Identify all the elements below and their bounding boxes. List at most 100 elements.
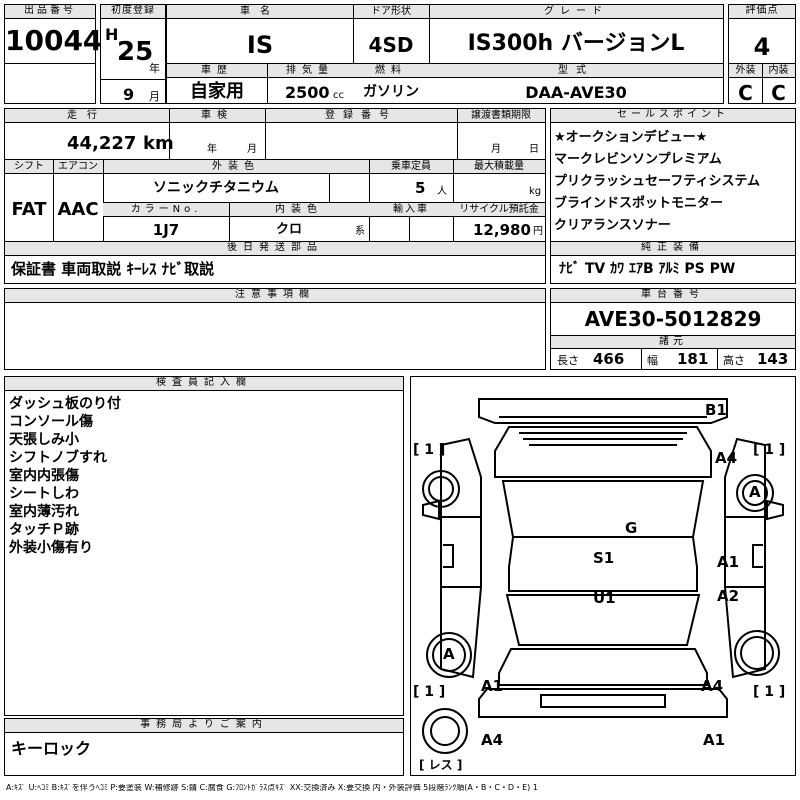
damage-mark-a1-rear-bumper: A1 — [703, 731, 726, 749]
shift: FAT — [11, 199, 47, 220]
legend: A:ｷｽﾞ U:ﾍｺﾐ B:ｷｽﾞを伴うﾍｺﾐ P:要塗装 W:補修跡 S:錆 … — [6, 784, 538, 792]
inspector-label: 検査員記入欄 — [5, 377, 403, 391]
dimensions-label: 諸元 — [551, 336, 795, 349]
glass-mark-top-right: [ 1 ] — [753, 442, 786, 458]
office-box: 事務局よりご案内 キーロック — [4, 718, 404, 776]
chassis-box: 車台番号 AVE30-5012829 諸元 長さ 466 幅 181 高さ 14… — [550, 288, 796, 370]
car-diagram: B1 A4 A G S1 A1 U1 A2 A A1 A4 A4 A1 [ 1 … — [410, 376, 796, 776]
length-label: 長さ — [557, 354, 579, 367]
transfer-day-unit: 日 — [529, 144, 539, 155]
history-label: 車歴 — [201, 65, 233, 76]
glass-mark-bottom-left: [ 1 ] — [413, 684, 446, 700]
capacity: 5 — [415, 179, 426, 197]
damage-mark-u1: U1 — [593, 589, 616, 607]
capacity-label: 乗車定員 — [391, 161, 431, 172]
equipment-items: ﾅﾋﾞ TV ｶﾜ ｴｱB ｱﾙﾐ PS PW — [559, 261, 736, 277]
inspector-item: タッチＰ跡 — [9, 522, 79, 538]
lot-no: 10044 — [5, 24, 103, 57]
chassis-number: AVE30-5012829 — [584, 307, 762, 331]
mileage-label: 走行 — [67, 110, 107, 121]
import-label: 輸入車 — [393, 204, 429, 215]
color-no-label: カラーNo. — [130, 204, 202, 215]
glass-mark-bottom-right: [ 1 ] — [753, 684, 786, 700]
width-label: 幅 — [647, 354, 658, 367]
reg-no-label: 登録番号 — [325, 110, 397, 121]
displacement-label: 排気量 — [286, 65, 334, 76]
interior-grade: C — [771, 81, 786, 105]
details-box: 走行 車検 登録番号 譲渡書類期限 44,227 km 年 月 月 日 シフト … — [4, 108, 546, 284]
damage-mark-a2-right: A2 — [717, 587, 740, 605]
car-name-label: 車名 — [240, 6, 280, 17]
inspection-label: 車検 — [201, 110, 233, 121]
lot-no-label: 出品番号 — [5, 5, 95, 19]
lot-no-box: 出品番号 10044 — [4, 4, 103, 104]
door-type: 4SD — [368, 33, 414, 57]
color-no: 1J7 — [152, 221, 180, 239]
history: 自家用 — [190, 81, 244, 102]
spec-box: 車名 ドア形状 グレード IS 4SD IS300h バージョンL 車歴 排気量… — [166, 4, 724, 104]
ac-label: エアコン — [58, 161, 98, 172]
height-label: 高さ — [723, 354, 745, 367]
inspector-item: シートしわ — [9, 486, 79, 502]
inspector-item: ダッシュ板のり付 — [9, 396, 121, 412]
exterior-color: ソニックチタニウム — [153, 180, 279, 196]
car-name: IS — [246, 31, 274, 59]
chassis-label: 車台番号 — [551, 289, 795, 303]
door-label: ドア形状 — [371, 6, 411, 17]
inspection-year-unit: 年 — [207, 144, 217, 155]
load-unit: kg — [529, 186, 542, 197]
inspection-month-unit: 月 — [247, 144, 257, 155]
office-text: キーロック — [11, 739, 92, 758]
int-color-unit: 系 — [355, 226, 365, 237]
score-box: 評価点 4 外装 内装 C C — [728, 4, 796, 104]
grade: IS300h バージョンL — [467, 31, 685, 56]
height-value: 143 — [757, 350, 789, 368]
transfer-label: 譲渡書類期限 — [471, 110, 531, 121]
model: DAA-AVE30 — [525, 83, 627, 102]
sales-point-item: ★オークションデビュー★ — [554, 130, 708, 145]
damage-mark-a4-right-rear: A4 — [701, 677, 724, 695]
int-color-label: 内装色 — [275, 204, 323, 215]
damage-mark-a1-right: A1 — [717, 553, 740, 571]
interior-color: クロ — [275, 222, 302, 237]
fuel: ガソリン — [363, 84, 419, 100]
first-reg-label: 初度登録 — [101, 5, 165, 19]
score-label: 評価点 — [729, 5, 795, 19]
damage-mark-a-right-front-wheel: A — [749, 483, 761, 501]
inspector-item: 天張しみ小 — [9, 432, 79, 448]
later-parts: 保証書 車両取説 ｷｰﾚｽ ﾅﾋﾞ取説 — [11, 260, 215, 278]
notes-box: 注意事項欄 — [4, 288, 546, 370]
damage-mark-b1: B1 — [705, 401, 727, 419]
inspector-item: コンソール傷 — [9, 414, 93, 430]
color-label: 外装色 — [212, 161, 260, 172]
mileage: 44,227 — [67, 133, 137, 154]
load-label: 最大積載量 — [474, 161, 524, 172]
later-parts-label: 後日発送部品 — [5, 242, 545, 256]
recycle-unit: 円 — [533, 226, 543, 237]
damage-mark-s1: S1 — [593, 549, 615, 567]
equipment-label: 純正装備 — [551, 242, 795, 256]
sales-point-item: マークレビンソンプレミアム — [554, 152, 722, 167]
length-value: 466 — [593, 350, 625, 368]
year-unit: 年 — [149, 62, 160, 75]
sales-point-item: ブラインドスポットモニター — [554, 196, 724, 211]
inspector-item: 外装小傷有り — [9, 540, 93, 556]
exterior-label: 外装 — [735, 65, 756, 76]
office-label: 事務局よりご案内 — [5, 719, 403, 733]
damage-mark-g: G — [625, 519, 638, 537]
inspector-item: シフトノブすれ — [9, 450, 107, 466]
mileage-unit: km — [143, 133, 174, 154]
score: 4 — [753, 33, 771, 61]
inspector-item: 室内内張傷 — [9, 468, 79, 484]
damage-mark-a4-rear-bumper: A4 — [481, 731, 504, 749]
displacement-unit: cc — [333, 90, 344, 101]
car-outline — [422, 398, 784, 754]
recycle-label: リサイクル預託金 — [459, 204, 539, 215]
model-label: 型式 — [558, 65, 594, 76]
inspector-item: 室内薄汚れ — [9, 504, 79, 520]
ac: AAC — [57, 199, 99, 220]
exterior-grade: C — [738, 81, 753, 105]
inspector-box: 検査員記入欄 ダッシュ板のり付 コンソール傷 天張しみ小 シフトノブすれ 室内内… — [4, 376, 404, 716]
notes-label: 注意事項欄 — [5, 289, 545, 303]
spare-tire-mark: [ レス ] — [419, 758, 463, 772]
